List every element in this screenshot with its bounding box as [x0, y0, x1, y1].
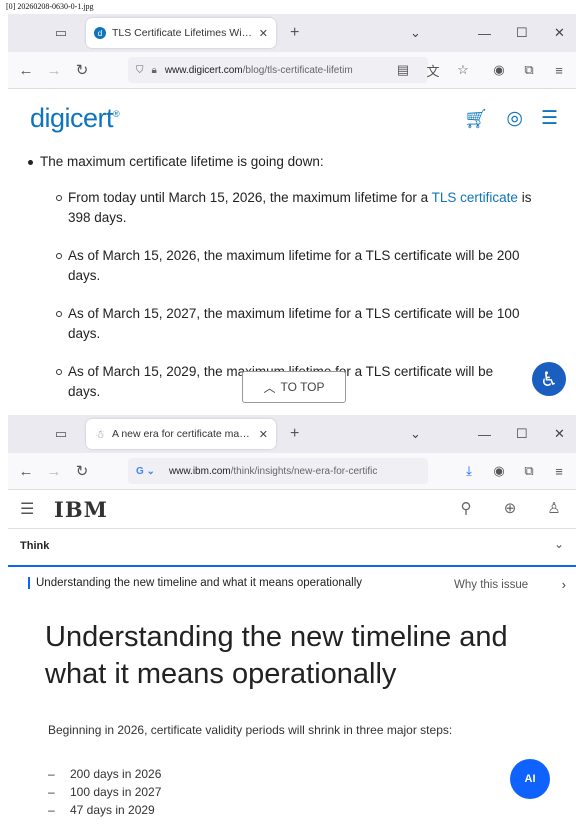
toc-item-next[interactable]: Why this issue	[454, 579, 528, 591]
browser-window-ibm: ▭ ☃ A new era for certificate manag ✕ + …	[8, 415, 576, 827]
maximize-icon[interactable]: ☐	[516, 415, 528, 453]
chevron-down-icon[interactable]: ⌄	[554, 537, 564, 551]
reload-icon[interactable]: ↻	[68, 61, 96, 79]
user-icon[interactable]: ◎	[506, 107, 523, 131]
url-host: www.ibm.com	[168, 465, 231, 477]
url-path: /blog/tls-certificate-lifetim	[242, 64, 353, 76]
close-icon[interactable]: ✕	[259, 27, 268, 40]
url-bar: ← → ↻ ⛉ 🔒︎ www.digicert.com/blog/tls-cer…	[8, 52, 576, 89]
list-item: As of March 15, 2026, the maximum lifeti…	[56, 246, 536, 286]
url-path: /think/insights/new-era-for-certific	[230, 465, 378, 477]
extensions-icon[interactable]: ⧉	[514, 62, 544, 78]
cart-icon[interactable]: 🛒︎	[464, 107, 488, 131]
steps-list: 200 days in 2026 100 days in 2027 47 day…	[48, 765, 161, 819]
ibm-logo[interactable]: IBM	[54, 497, 108, 522]
menu-icon[interactable]: ≡	[544, 464, 574, 479]
browser-window-digicert: ▭ d TLS Certificate Lifetimes Will Ch ✕ …	[8, 14, 576, 414]
site-header: digicert® 🛒︎ ◎ ☰	[8, 89, 576, 151]
active-tab[interactable]: d TLS Certificate Lifetimes Will Ch ✕	[86, 18, 276, 48]
close-window-icon[interactable]: ✕	[554, 415, 565, 453]
chevron-down-icon[interactable]: ⌄	[410, 14, 421, 52]
accessibility-icon[interactable]: ♿︎	[532, 362, 566, 396]
tab-title: TLS Certificate Lifetimes Will Ch	[112, 27, 253, 39]
address-field[interactable]: G ⌄ www.ibm.com/think/insights/new-era-f…	[128, 458, 428, 484]
menu-icon[interactable]: ≡	[544, 63, 574, 78]
user-icon[interactable]: ♙	[532, 499, 576, 517]
tab-bar: ▭ d TLS Certificate Lifetimes Will Ch ✕ …	[8, 14, 576, 52]
url-host: www.digicert.com	[164, 64, 243, 76]
tab-bar: ▭ ☃ A new era for certificate manag ✕ + …	[8, 415, 576, 453]
search-icon[interactable]: ⚲	[444, 499, 488, 517]
think-bar[interactable]: Think ⌄	[8, 529, 576, 567]
to-top-button[interactable]: ︿ TO TOP	[242, 371, 346, 403]
plus-icon[interactable]: +	[290, 24, 299, 42]
hamburger-icon[interactable]: ☰	[20, 499, 34, 519]
minimize-icon[interactable]: —	[478, 14, 491, 52]
active-tab[interactable]: ☃ A new era for certificate manag ✕	[86, 419, 276, 449]
ibm-favicon-icon: ☃	[95, 428, 105, 441]
hamburger-icon[interactable]: ☰	[541, 107, 558, 131]
digicert-logo[interactable]: digicert®	[30, 103, 120, 134]
tab-title: A new era for certificate manag	[112, 428, 253, 440]
forward-arrow-icon[interactable]: →	[40, 62, 68, 79]
google-icon[interactable]: G ⌄	[136, 466, 155, 477]
extensions-icon[interactable]: ⧉	[514, 463, 544, 479]
globe-icon[interactable]: ⊕	[488, 499, 532, 517]
forward-arrow-icon[interactable]: →	[40, 463, 68, 480]
address-field[interactable]: ⛉ 🔒︎ www.digicert.com/blog/tls-certifica…	[128, 57, 428, 83]
maximize-icon[interactable]: ☐	[516, 14, 528, 52]
close-window-icon[interactable]: ✕	[554, 14, 565, 52]
toolbar-icons: ◉ ⧉ ≡	[484, 52, 574, 88]
reader-icon[interactable]: ▤	[388, 62, 418, 78]
toc-item-active[interactable]: Understanding the new timeline and what …	[28, 577, 362, 589]
url-actions: ▤ 文 ☆	[388, 52, 478, 88]
list-item: 200 days in 2026	[48, 765, 161, 783]
list-item: From today until March 15, 2026, the max…	[56, 188, 536, 228]
download-icon[interactable]: ⤓	[454, 463, 484, 479]
digicert-favicon-icon: d	[94, 27, 106, 39]
chevron-right-icon[interactable]: ›	[562, 577, 566, 592]
url-bar: ← → ↻ G ⌄ www.ibm.com/think/insights/new…	[8, 453, 576, 490]
plus-icon[interactable]: +	[290, 425, 299, 443]
shield-icon: ⛉	[136, 64, 144, 76]
section-heading: Understanding the new timeline and what …	[45, 621, 508, 690]
image-caption: [0] 20260208-0630-0-1.jpg	[6, 2, 94, 11]
list-item: The maximum certificate lifetime is goin…	[28, 152, 568, 172]
minimize-icon[interactable]: —	[478, 415, 491, 453]
intro-paragraph: Beginning in 2026, certificate validity …	[48, 723, 453, 737]
toolbar-icons: ⤓ ◉ ⧉ ≡	[454, 453, 574, 489]
account-icon[interactable]: ◉	[484, 62, 514, 78]
ai-assistant-button[interactable]: AI	[510, 759, 550, 799]
tab-manager-icon[interactable]: ▭	[50, 426, 72, 442]
list-item: 100 days in 2027	[48, 783, 161, 801]
list-item: 47 days in 2029	[48, 801, 161, 819]
reload-icon[interactable]: ↻	[68, 462, 96, 480]
tls-certificate-link[interactable]: TLS certificate	[432, 190, 518, 205]
chevron-down-icon[interactable]: ⌄	[410, 415, 421, 453]
tab-manager-icon[interactable]: ▭	[50, 25, 72, 41]
back-arrow-icon[interactable]: ←	[12, 62, 40, 79]
translate-icon[interactable]: 文	[418, 61, 448, 80]
chevron-up-icon: ︿	[263, 380, 276, 395]
list-item: As of March 15, 2027, the maximum lifeti…	[56, 304, 536, 344]
account-icon[interactable]: ◉	[484, 463, 514, 479]
close-icon[interactable]: ✕	[259, 428, 268, 441]
table-of-contents: Understanding the new timeline and what …	[8, 567, 576, 607]
star-icon[interactable]: ☆	[448, 62, 478, 78]
lock-icon: 🔒︎	[151, 64, 157, 76]
site-header: ☰ IBM ⚲ ⊕ ♙	[8, 490, 576, 529]
think-label: Think	[20, 540, 50, 552]
back-arrow-icon[interactable]: ←	[12, 463, 40, 480]
